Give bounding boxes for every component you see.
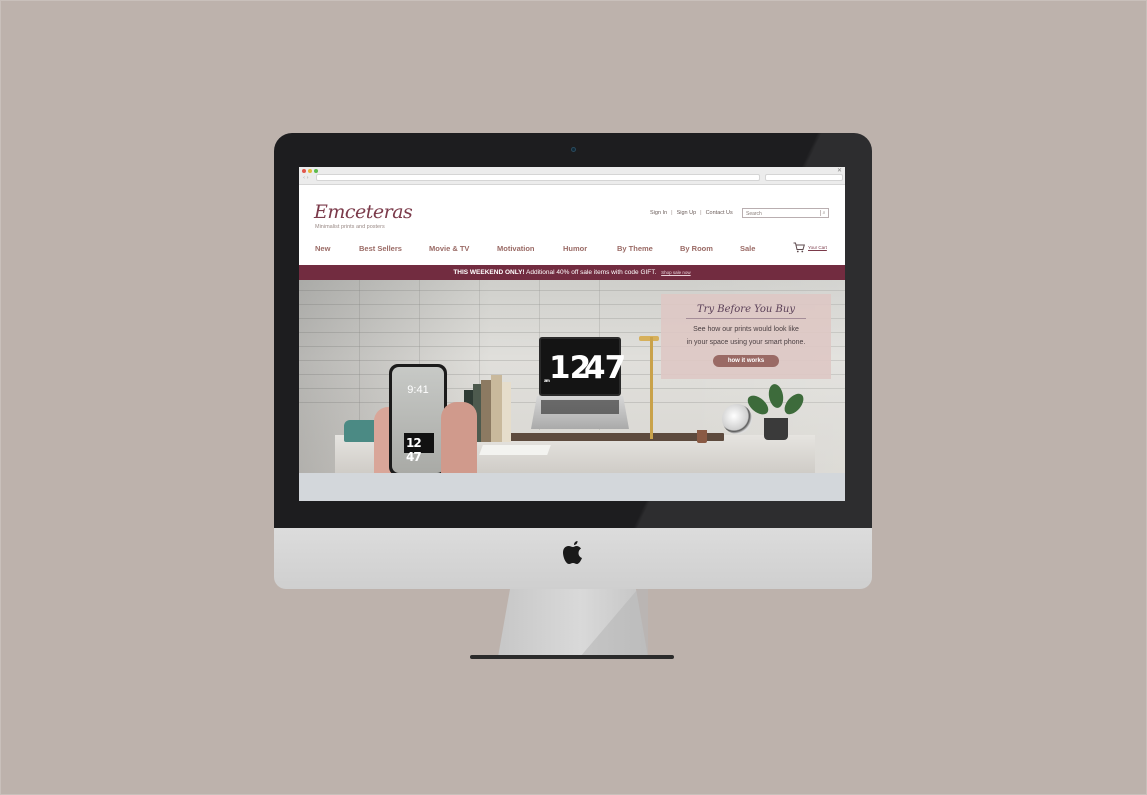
promo-text: Additional 40% off sale items with code … (526, 269, 657, 276)
cart-icon (793, 242, 805, 253)
laptop-keyboard (541, 400, 619, 414)
browser-search-field[interactable] (765, 174, 843, 181)
panel-line-2: in your space using your smart phone. (686, 338, 806, 346)
stand-foot (470, 655, 674, 659)
divider: | (700, 210, 702, 216)
main-navigation: New Best Sellers Movie & TV Motivation H… (315, 242, 830, 256)
lamp-image (639, 336, 659, 341)
cart-label[interactable]: Your Cart (808, 245, 827, 250)
notebook-image (479, 445, 551, 455)
apple-logo-icon (563, 541, 582, 564)
panel-line-1: See how our prints would look like (693, 326, 799, 333)
nav-item-by-room[interactable]: By Room (680, 244, 713, 253)
shop-sale-link[interactable]: Shop sale now (661, 270, 691, 275)
nav-item-motivation[interactable]: Motivation (497, 244, 535, 253)
panel-divider (686, 318, 806, 319)
address-bar[interactable] (316, 174, 760, 181)
panel-title: Try Before You Buy (697, 304, 795, 315)
phone-lock-time: 9:41 (407, 384, 429, 396)
how-it-works-button[interactable]: how it works (713, 355, 779, 367)
nav-item-new[interactable]: New (315, 244, 330, 253)
globe-image (722, 404, 752, 434)
close-window-button[interactable] (302, 169, 306, 173)
maximize-window-button[interactable] (314, 169, 318, 173)
monitor-chin (274, 528, 872, 589)
promo-banner: THIS WEEKEND ONLY! Additional 40% off sa… (299, 265, 845, 280)
contact-us-link[interactable]: Contact Us (706, 210, 733, 216)
nav-item-best-sellers[interactable]: Best Sellers (359, 244, 402, 253)
sign-in-link[interactable]: Sign In (650, 210, 667, 216)
search-input[interactable]: Search ⌕ (742, 208, 829, 218)
promo-headline: THIS WEEKEND ONLY! (453, 269, 525, 276)
close-tab-icon[interactable]: ✕ (837, 167, 842, 174)
nav-item-sale[interactable]: Sale (740, 244, 755, 253)
plant-image (764, 418, 788, 440)
divider: | (671, 210, 673, 216)
phone-print-clock: 12 47 (406, 436, 422, 464)
browser-toolbar: ‹ › ✕ (299, 167, 845, 185)
minimize-window-button[interactable] (308, 169, 312, 173)
site-tagline: Minimalist prints and posters (315, 224, 385, 230)
book (481, 380, 491, 442)
try-before-you-buy-panel: Try Before You Buy See how our prints wo… (661, 294, 831, 379)
laptop-screen: am 12 47 (539, 337, 626, 396)
camera-icon (571, 147, 576, 152)
book (502, 382, 511, 442)
browser-window: ‹ › ✕ Emceteras Minimalist prints and po… (299, 167, 845, 501)
sign-up-link[interactable]: Sign Up (677, 210, 697, 216)
utility-links: Sign In | Sign Up | Contact Us (650, 210, 733, 216)
site-header: Emceteras Minimalist prints and posters … (299, 185, 845, 265)
search-icon[interactable]: ⌕ (820, 210, 827, 216)
hero-banner: am 12 47 9:41 12 47 Try Before You Buy S… (299, 280, 845, 473)
hand-image (441, 402, 477, 473)
page-below-fold (299, 473, 845, 501)
cup-image (697, 430, 707, 443)
back-forward-icon[interactable]: ‹ › (303, 175, 309, 181)
book (491, 375, 502, 442)
nav-item-by-theme[interactable]: By Theme (617, 244, 653, 253)
phone-screen: 9:41 12 47 (392, 367, 444, 473)
clock-minute: 47 (584, 350, 626, 386)
smartphone-image: 9:41 12 47 (389, 364, 447, 473)
nav-item-humor[interactable]: Humor (563, 244, 587, 253)
site-logo[interactable]: Emceteras (314, 201, 413, 223)
nav-item-movie-tv[interactable]: Movie & TV (429, 244, 469, 253)
cart-button[interactable]: Your Cart (793, 242, 827, 253)
window-controls (302, 169, 318, 173)
phone-print-preview: 12 47 (404, 433, 434, 464)
lamp-stand (650, 337, 653, 439)
search-placeholder: Search (746, 211, 762, 217)
